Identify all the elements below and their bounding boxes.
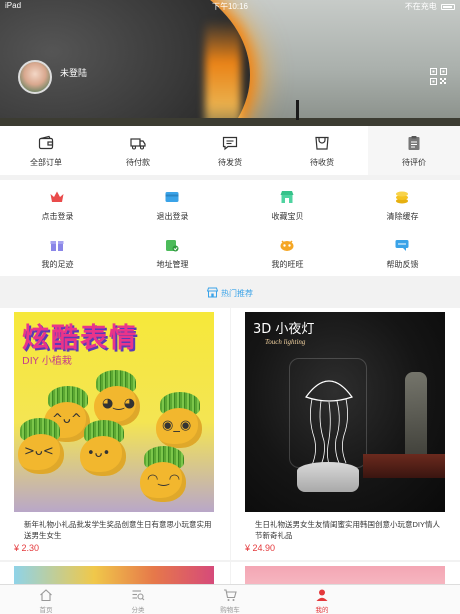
battery-status: 不在充电 bbox=[405, 1, 455, 12]
order-unreceived[interactable]: 待收货 bbox=[276, 126, 368, 175]
tab-category[interactable]: 分类 bbox=[92, 585, 184, 614]
face-decoration: •ᴗ• bbox=[87, 446, 111, 461]
product-image-headline: 炫酷表情 bbox=[22, 323, 138, 354]
order-unpaid[interactable]: 待付款 bbox=[92, 126, 184, 175]
clipboard-icon bbox=[408, 136, 420, 150]
store-icon bbox=[280, 191, 294, 203]
product-price: ¥ 24.90 bbox=[245, 543, 276, 553]
store-icon bbox=[206, 287, 219, 298]
tool-wangwang[interactable]: 我的旺旺 bbox=[230, 228, 345, 276]
avatar[interactable] bbox=[18, 60, 52, 94]
face-decoration: ◠‿◠ bbox=[147, 472, 181, 487]
product-title[interactable]: 生日礼物送男女生友情闺蜜实用韩国创意小玩意DIY情人节新奇礼品 bbox=[255, 519, 447, 541]
hero-glow bbox=[205, 20, 241, 126]
face-decoration: ◉_◉ bbox=[162, 418, 192, 433]
product-image[interactable]: 炫酷表情 DIY 小植栽 ◕‿◕ ^ᴗ^ ◉_◉ >ᴗ< •ᴗ• ◠‿◠ bbox=[14, 312, 214, 512]
section-title: 热门推荐 bbox=[221, 289, 253, 298]
lamp-base bbox=[297, 462, 359, 492]
tool-feedback[interactable]: 帮助反馈 bbox=[345, 228, 460, 276]
clock: 下午10:16 bbox=[211, 2, 249, 11]
tool-login[interactable]: 点击登录 bbox=[0, 180, 115, 228]
tool-feedback-label: 帮助反馈 bbox=[386, 260, 419, 269]
tab-home[interactable]: 首页 bbox=[0, 585, 92, 614]
tool-clear-cache-label: 清除缓存 bbox=[386, 212, 419, 221]
charging-label: 不在充电 bbox=[404, 2, 437, 11]
tool-login-label: 点击登录 bbox=[41, 212, 74, 221]
order-unreceived-label: 待收货 bbox=[310, 158, 334, 167]
order-unshipped-label: 待发货 bbox=[218, 158, 242, 167]
address-icon bbox=[166, 240, 179, 252]
cart-icon bbox=[224, 589, 237, 601]
face-decoration: ◕‿◕ bbox=[102, 396, 136, 411]
tab-cart[interactable]: 购物车 bbox=[184, 585, 276, 614]
order-status-row: 全部订单 待付款 待发货 待收货 待评价 bbox=[0, 126, 460, 175]
lamp-panel bbox=[289, 358, 367, 468]
hot-recommend-header: 热门推荐 bbox=[0, 282, 460, 306]
tab-cart-label: 购物车 bbox=[220, 607, 240, 614]
tab-profile[interactable]: 我的 bbox=[276, 585, 368, 614]
tool-footprint[interactable]: 我的足迹 bbox=[0, 228, 115, 276]
order-unshipped[interactable]: 待发货 bbox=[184, 126, 276, 175]
order-unreviewed[interactable]: 待评价 bbox=[368, 126, 460, 175]
product-image-sub: Touch lighting bbox=[265, 338, 306, 346]
hero-ground bbox=[0, 118, 460, 126]
product-image[interactable]: 3D 小夜灯 Touch lighting bbox=[245, 312, 445, 512]
login-status[interactable]: 未登陆 bbox=[60, 66, 87, 79]
category-search-icon bbox=[132, 590, 145, 601]
order-unreviewed-label: 待评价 bbox=[402, 158, 426, 167]
wallet-icon bbox=[38, 135, 54, 150]
hero-figure bbox=[296, 100, 299, 120]
product-title[interactable]: 新年礼物小礼品批发学生奖品创意生日有意思小玩意实用送男生女生 bbox=[24, 519, 216, 541]
product-image-sub: DIY 小植栽 bbox=[22, 356, 72, 367]
tool-footprint-label: 我的足迹 bbox=[41, 260, 74, 269]
statue-decoration bbox=[405, 372, 427, 458]
tab-home-label: 首页 bbox=[39, 607, 53, 614]
tool-favorites-label: 收藏宝贝 bbox=[271, 212, 304, 221]
qr-code-icon[interactable] bbox=[430, 68, 447, 85]
truck-icon bbox=[130, 138, 146, 150]
jellyfish-graphic bbox=[305, 380, 353, 468]
tool-address[interactable]: 地址管理 bbox=[115, 228, 230, 276]
order-all[interactable]: 全部订单 bbox=[0, 126, 92, 175]
product-price: ¥ 2.30 bbox=[14, 543, 40, 553]
bottom-tab-bar: 首页 分类 购物车 我的 bbox=[0, 584, 460, 614]
wangwang-icon bbox=[280, 240, 294, 251]
box-icon bbox=[315, 136, 329, 150]
product-card[interactable]: 炫酷表情 DIY 小植栽 ◕‿◕ ^ᴗ^ ◉_◉ >ᴗ< •ᴗ• ◠‿◠ 新年礼… bbox=[0, 308, 230, 560]
feedback-icon bbox=[395, 240, 409, 251]
crown-icon bbox=[50, 191, 64, 202]
tab-profile-label: 我的 bbox=[315, 607, 329, 614]
tab-category-label: 分类 bbox=[131, 607, 145, 614]
gift-icon bbox=[50, 241, 64, 251]
tools-grid: 点击登录 退出登录 收藏宝贝 清除缓存 我的足迹 地址管理 我的旺旺 帮助反馈 bbox=[0, 180, 460, 276]
logout-icon bbox=[165, 192, 179, 202]
tool-logout-label: 退出登录 bbox=[156, 212, 189, 221]
tool-wangwang-label: 我的旺旺 bbox=[271, 260, 304, 269]
profile-icon bbox=[316, 589, 328, 601]
home-icon bbox=[40, 589, 52, 602]
message-icon bbox=[222, 136, 238, 151]
profile-header bbox=[0, 0, 460, 126]
order-unpaid-label: 待付款 bbox=[126, 158, 150, 167]
order-all-label: 全部订单 bbox=[30, 158, 62, 167]
status-bar: iPad 下午10:16 不在充电 bbox=[0, 0, 460, 12]
product-image-headline: 3D 小夜灯 bbox=[253, 322, 315, 337]
tool-favorites[interactable]: 收藏宝贝 bbox=[230, 180, 345, 228]
tool-logout[interactable]: 退出登录 bbox=[115, 180, 230, 228]
books-decoration bbox=[363, 454, 445, 478]
tool-address-label: 地址管理 bbox=[156, 260, 189, 269]
tool-clear-cache[interactable]: 清除缓存 bbox=[345, 180, 460, 228]
face-decoration: >ᴗ< bbox=[24, 444, 54, 459]
battery-icon bbox=[441, 3, 455, 10]
coins-icon bbox=[396, 191, 408, 204]
product-card[interactable]: 3D 小夜灯 Touch lighting 生日礼物送男女生友情闺蜜实用韩国创意… bbox=[231, 308, 460, 560]
